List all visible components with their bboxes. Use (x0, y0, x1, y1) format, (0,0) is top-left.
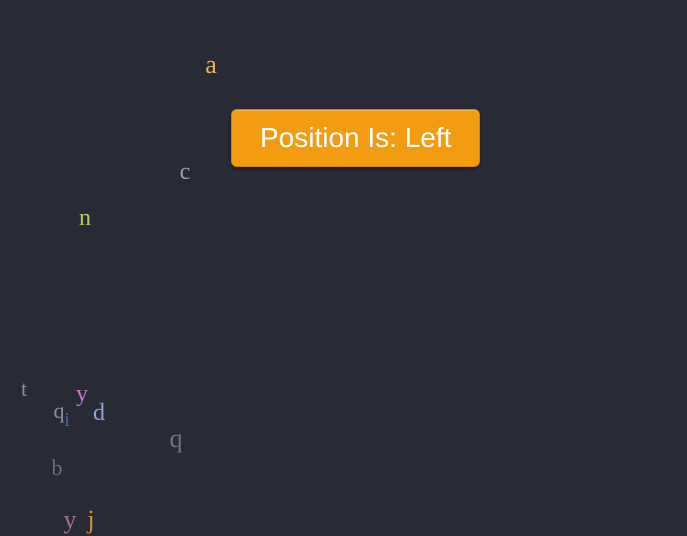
letter-5: q (54, 400, 65, 422)
letter-canvas: acntyqidqbyj (0, 0, 687, 536)
letter-9: b (52, 457, 63, 479)
letter-8: q (170, 426, 183, 452)
letter-3: t (21, 378, 27, 400)
position-tooltip: Position Is: Left (231, 109, 480, 167)
letter-4: y (76, 382, 88, 406)
letter-0: a (205, 52, 217, 78)
letter-6: i (64, 410, 70, 430)
letter-7: d (93, 401, 105, 425)
letter-11: j (87, 507, 94, 533)
letter-1: c (180, 160, 191, 184)
tooltip-text: Position Is: Left (260, 122, 451, 153)
letter-2: n (79, 206, 91, 230)
letter-10: y (64, 507, 77, 533)
